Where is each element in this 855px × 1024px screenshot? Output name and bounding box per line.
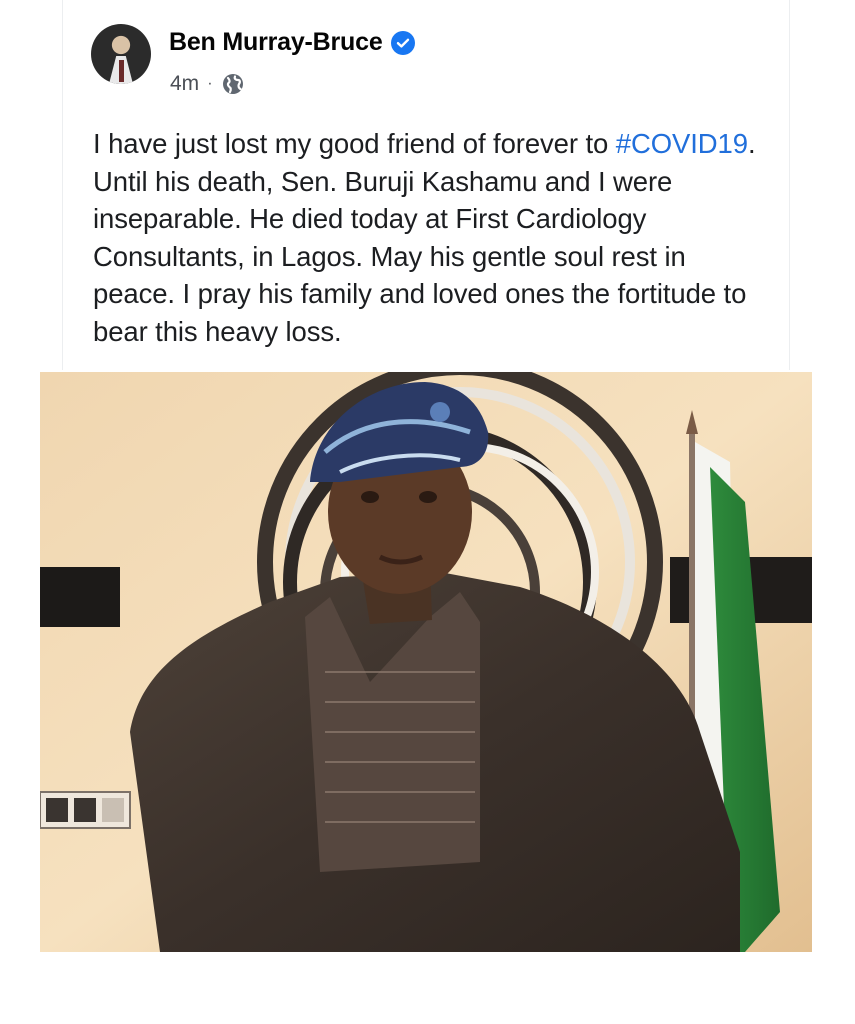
verified-badge-icon: [390, 30, 415, 55]
author-avatar[interactable]: [91, 24, 151, 84]
hashtag-link[interactable]: #COVID19: [616, 128, 748, 159]
checkmark-icon: [396, 38, 409, 48]
post-meta: 4m ·: [170, 72, 245, 96]
author-name[interactable]: Ben Murray-Bruce: [169, 28, 383, 57]
post-header: Ben Murray-Bruce 4m ·: [91, 22, 771, 102]
post-timestamp[interactable]: 4m: [170, 72, 199, 96]
photo-illustration: [40, 372, 812, 952]
meta-separator: ·: [207, 75, 213, 92]
post-photo[interactable]: [40, 372, 812, 952]
avatar-tie: [119, 60, 124, 82]
globe-icon[interactable]: [221, 72, 245, 96]
post-text-before: I have just lost my good friend of forev…: [93, 128, 616, 159]
facebook-post-card: Ben Murray-Bruce 4m · I have just lost m…: [62, 0, 790, 370]
post-text-after: . Until his death, Sen. Buruji Kashamu a…: [93, 128, 756, 347]
author-row: Ben Murray-Bruce: [169, 28, 415, 57]
left-lamp: [40, 567, 120, 627]
post-text: I have just lost my good friend of forev…: [93, 125, 773, 350]
